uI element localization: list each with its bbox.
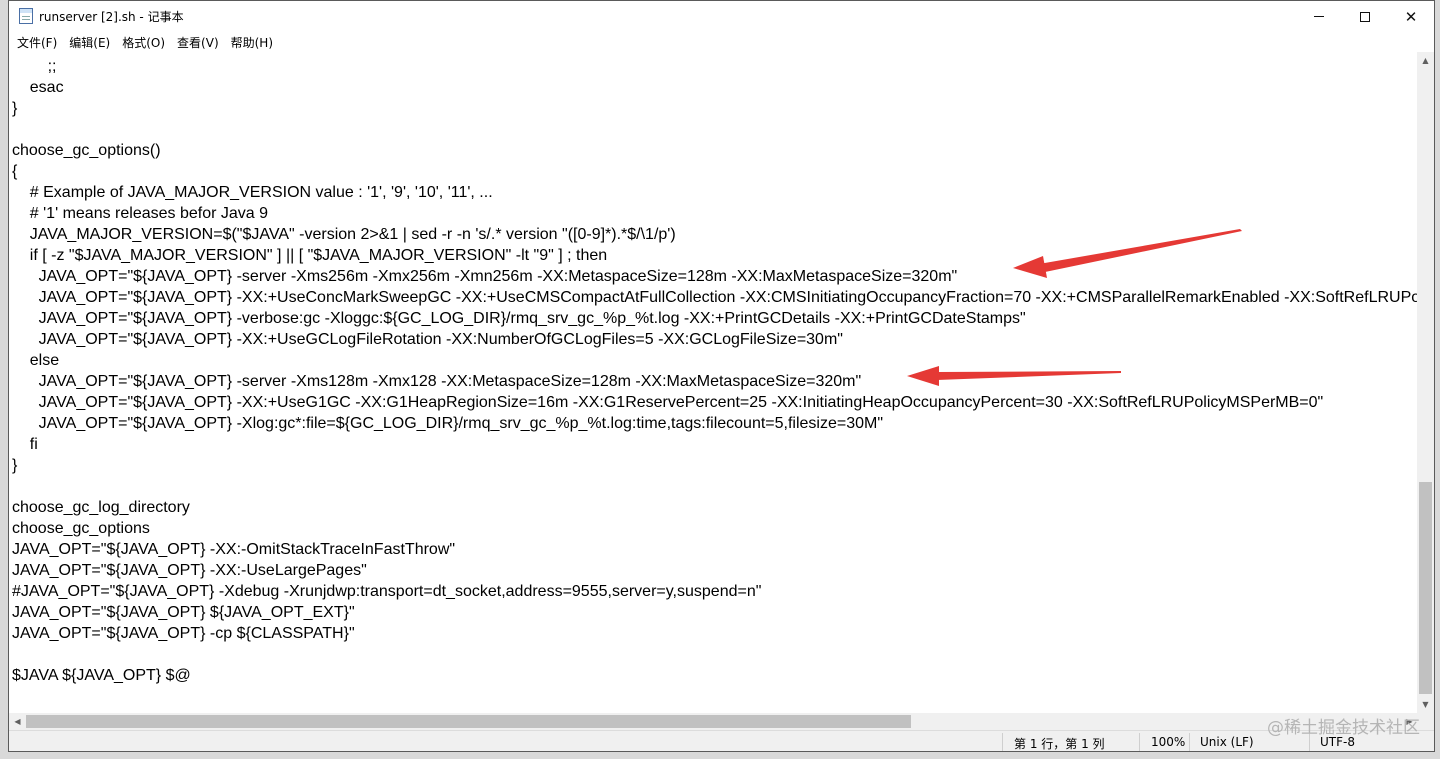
- menu-format[interactable]: 格式(O): [116, 34, 171, 51]
- menu-help[interactable]: 帮助(H): [225, 34, 279, 51]
- cursor-position: 第 1 行，第 1 列: [1014, 737, 1105, 751]
- code-line: if [ -z "$JAVA_MAJOR_VERSION" ] || [ "$J…: [12, 247, 608, 264]
- vertical-scrollbar[interactable]: ▲ ▼: [1417, 52, 1434, 713]
- maximize-icon: [1360, 11, 1370, 22]
- code-line: }: [12, 457, 18, 474]
- text-editor[interactable]: ;; esac} choose_gc_options() { # Example o…: [9, 52, 1418, 713]
- notepad-window: runserver [2].sh - 记事本 ✕ 文件(F) 编辑(E) 格式(…: [8, 0, 1435, 752]
- scroll-up-icon[interactable]: ▲: [1417, 52, 1434, 69]
- horizontal-scrollbar[interactable]: ◀ ▶: [9, 713, 1418, 730]
- code-line: #JAVA_OPT="${JAVA_OPT} -Xdebug -Xrunjdwp…: [12, 583, 762, 600]
- menu-bar: 文件(F) 编辑(E) 格式(O) 查看(V) 帮助(H): [9, 32, 1434, 52]
- code-line: # Example of JAVA_MAJOR_VERSION value : …: [12, 184, 493, 201]
- line-ending: Unix (LF): [1200, 735, 1254, 749]
- scroll-left-icon[interactable]: ◀: [9, 713, 26, 730]
- menu-file[interactable]: 文件(F): [11, 34, 63, 51]
- code-line: JAVA_MAJOR_VERSION=$("$JAVA" -version 2>…: [12, 226, 676, 243]
- status-divider: [1002, 733, 1003, 751]
- code-line: JAVA_OPT="${JAVA_OPT} -XX:+UseG1GC -XX:G…: [12, 394, 1324, 411]
- code-line: esac: [12, 79, 64, 96]
- code-line: JAVA_OPT="${JAVA_OPT} -XX:+UseGCLogFileR…: [12, 331, 843, 348]
- code-text[interactable]: ;; esac} choose_gc_options() { # Example o…: [12, 56, 1418, 686]
- scroll-down-icon[interactable]: ▼: [1417, 696, 1434, 713]
- watermark: @稀土掘金技术社区: [1267, 718, 1420, 738]
- title-bar[interactable]: runserver [2].sh - 记事本 ✕: [9, 1, 1434, 32]
- code-line: choose_gc_log_directory: [12, 499, 190, 516]
- code-line: fi: [12, 436, 38, 453]
- code-line: JAVA_OPT="${JAVA_OPT} -verbose:gc -Xlogg…: [12, 310, 1026, 327]
- code-line: JAVA_OPT="${JAVA_OPT} -server -Xms256m -…: [12, 268, 958, 285]
- code-line: JAVA_OPT="${JAVA_OPT} ${JAVA_OPT_EXT}": [12, 604, 355, 621]
- code-line: ;;: [12, 58, 57, 75]
- vertical-scroll-thumb[interactable]: [1419, 482, 1432, 694]
- window-title: runserver [2].sh - 记事本: [39, 10, 184, 24]
- status-bar: 第 1 行，第 1 列 100% Unix (LF) UTF-8: [9, 730, 1434, 751]
- code-line: JAVA_OPT="${JAVA_OPT} -cp ${CLASSPATH}": [12, 625, 355, 642]
- maximize-button[interactable]: [1342, 1, 1388, 32]
- minimize-icon: [1314, 16, 1324, 17]
- menu-view[interactable]: 查看(V): [171, 34, 225, 51]
- code-line: # '1' means releases befor Java 9: [12, 205, 269, 222]
- code-line: else: [12, 352, 60, 369]
- status-divider: [1139, 733, 1140, 751]
- code-line: JAVA_OPT="${JAVA_OPT} -XX:-UseLargePages…: [12, 562, 367, 579]
- zoom-level: 100%: [1151, 735, 1186, 749]
- horizontal-scroll-thumb[interactable]: [26, 715, 911, 728]
- close-button[interactable]: ✕: [1388, 1, 1434, 32]
- code-line: JAVA_OPT="${JAVA_OPT} -XX:+UseConcMarkSw…: [12, 289, 1418, 306]
- code-line: choose_gc_options(): [12, 142, 161, 159]
- code-line: {: [12, 163, 18, 180]
- code-line: JAVA_OPT="${JAVA_OPT} -XX:-OmitStackTrac…: [12, 541, 456, 558]
- code-line: }: [12, 100, 18, 117]
- code-line: JAVA_OPT="${JAVA_OPT} -Xlog:gc*:file=${G…: [12, 415, 884, 432]
- notepad-icon: [19, 8, 33, 24]
- close-icon: ✕: [1404, 7, 1418, 26]
- minimize-button[interactable]: [1296, 1, 1342, 32]
- code-line: JAVA_OPT="${JAVA_OPT} -server -Xms128m -…: [12, 373, 862, 390]
- status-divider: [1189, 733, 1190, 751]
- code-line: choose_gc_options: [12, 520, 150, 537]
- menu-edit[interactable]: 编辑(E): [63, 34, 116, 51]
- code-line: $JAVA ${JAVA_OPT} $@: [12, 667, 191, 684]
